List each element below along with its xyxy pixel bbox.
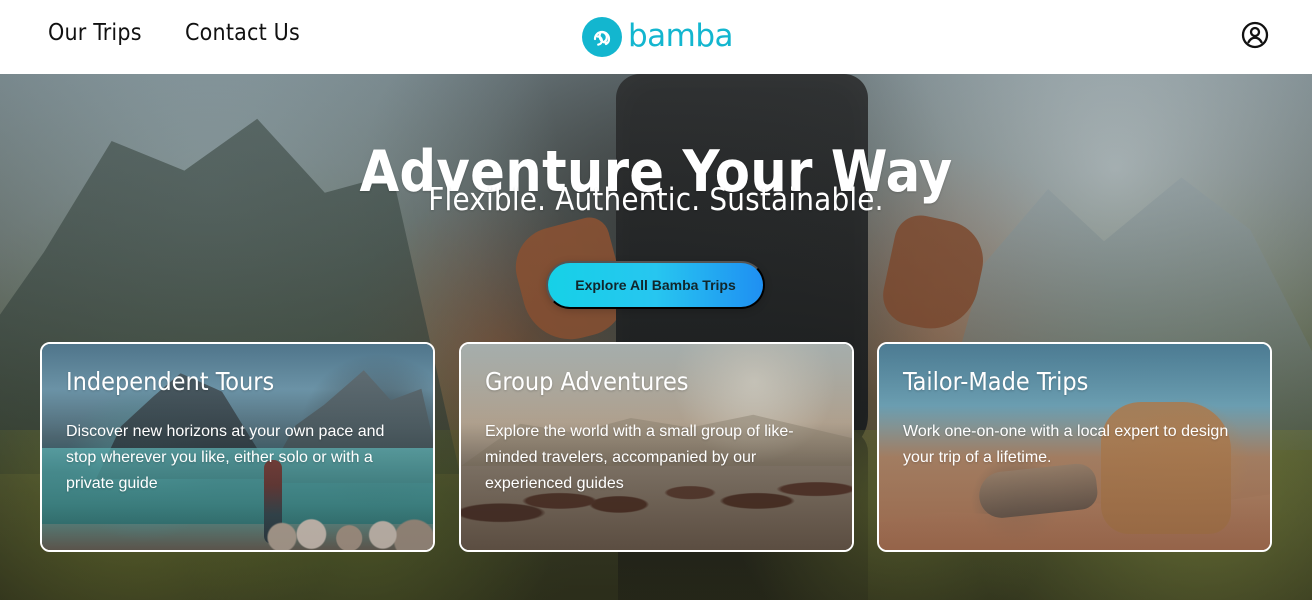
card-title: Independent Tours: [66, 367, 275, 396]
hero-section: Adventure Your Way Flexible. Authentic. …: [0, 74, 1312, 600]
tailor-made-trips-card[interactable]: Tailor-Made Trips Work one-on-one with a…: [877, 342, 1272, 552]
group-adventures-card[interactable]: Group Adventures Explore the world with …: [459, 342, 854, 552]
explore-trips-button[interactable]: Explore All Bamba Trips: [546, 261, 765, 309]
user-account-button[interactable]: [1240, 21, 1270, 54]
card-description: Work one-on-one with a local expert to d…: [903, 423, 1229, 467]
top-navigation: Our Trips Contact Us bamba: [0, 0, 1312, 74]
site-logo[interactable]: bamba: [582, 16, 734, 58]
card-description: Explore the world with a small group of …: [485, 423, 794, 493]
card-title: Tailor-Made Trips: [903, 367, 1089, 396]
user-circle-icon: [1241, 21, 1269, 54]
hero-subtitle: Flexible. Authentic. Sustainable.: [428, 182, 884, 218]
nav-contact-us[interactable]: Contact Us: [185, 20, 300, 46]
card-title: Group Adventures: [485, 367, 689, 396]
independent-tours-card[interactable]: Independent Tours Discover new horizons …: [40, 342, 435, 552]
logo-mark-icon: [582, 17, 622, 57]
nav-our-trips[interactable]: Our Trips: [48, 20, 142, 46]
logo-text: bamba: [628, 17, 734, 54]
card-description: Discover new horizons at your own pace a…: [66, 423, 385, 493]
